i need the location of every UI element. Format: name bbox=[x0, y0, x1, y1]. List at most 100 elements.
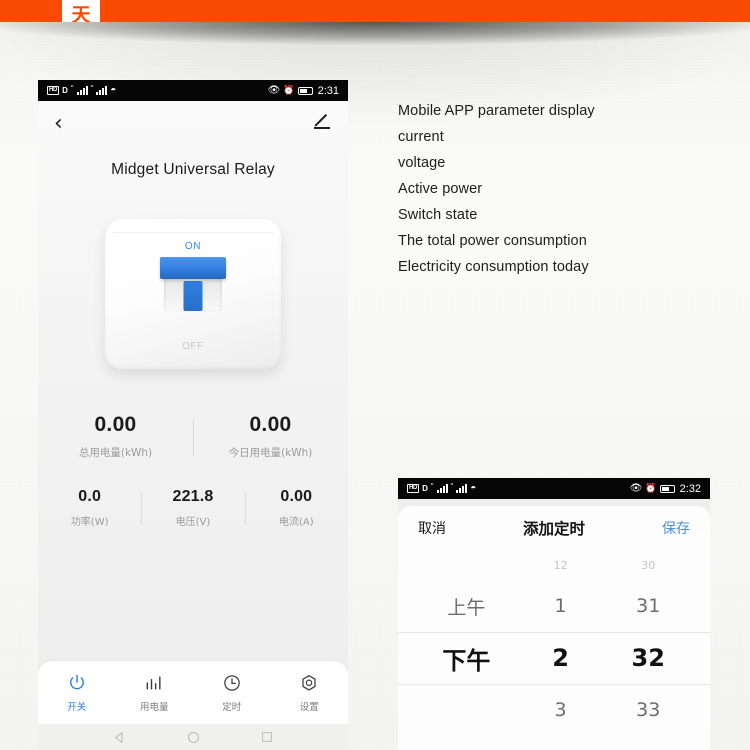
switch-off-label: OFF bbox=[182, 341, 204, 352]
phone-screenshot-add-timer: HD D “ “ ◓ 👁 ⏰ 2:32 取消 添加定时 保存 上午 下午 12 … bbox=[398, 478, 710, 750]
energy-totals: 0.00 总用电量(kWh) 0.00 今日用电量(kWh) bbox=[38, 413, 348, 460]
promo-page: 天 HD D “ “ ◓ 👁 ⏰ 2:31 ‹ Midget Universal… bbox=[0, 0, 750, 750]
alarm-icon: ⏰ bbox=[645, 483, 657, 493]
picker-option[interactable] bbox=[416, 684, 517, 736]
android-navigation-bar bbox=[38, 724, 348, 750]
list-item: Electricity consumption today bbox=[398, 259, 589, 275]
wifi-icon: ◓ bbox=[470, 482, 477, 494]
picker-column-ampm[interactable]: 上午 下午 bbox=[416, 550, 517, 750]
picker-column-minute[interactable]: 30 31 32 33 bbox=[604, 550, 692, 750]
modal-title: 添加定时 bbox=[522, 520, 585, 538]
hd-icon: HD bbox=[407, 484, 420, 493]
back-triangle-icon[interactable] bbox=[112, 730, 127, 745]
tab-label: 用电量 bbox=[139, 701, 169, 713]
signal-bars-sim1-icon bbox=[436, 484, 448, 493]
time-picker[interactable]: 上午 下午 12 1 2 3 30 31 32 33 bbox=[398, 550, 710, 750]
page-title: Midget Universal Relay bbox=[111, 161, 275, 178]
picker-option[interactable]: 1 bbox=[517, 580, 605, 632]
wifi-icon: ◓ bbox=[110, 84, 117, 96]
picker-option-selected[interactable]: 下午 bbox=[416, 632, 517, 684]
modal-navbar: 取消 添加定时 保存 bbox=[398, 506, 710, 550]
picker-option-selected[interactable]: 32 bbox=[604, 632, 692, 684]
brand-logo-glyph: 天 bbox=[71, 4, 91, 23]
sim-one-quote-icon: “ bbox=[70, 83, 74, 93]
picker-option[interactable]: 31 bbox=[604, 580, 692, 632]
stat-label: 电流(A) bbox=[278, 517, 314, 528]
list-item: Active power bbox=[398, 181, 483, 197]
data-icon: D bbox=[62, 86, 68, 95]
battery-icon bbox=[297, 86, 313, 95]
sim-one-quote-icon: “ bbox=[430, 481, 434, 491]
status-bar-left: HD D “ “ ◓ bbox=[47, 83, 117, 96]
stat-value: 0.0 bbox=[78, 488, 102, 505]
hex-gear-icon bbox=[302, 674, 316, 691]
stat-power: 0.0 功率(W) bbox=[38, 488, 141, 528]
clock-icon bbox=[223, 674, 240, 691]
device-detail-screen: ‹ Midget Universal Relay ON OFF 0.00 总用电… bbox=[38, 101, 348, 750]
picker-option-selected[interactable]: 2 bbox=[517, 632, 605, 684]
picker-option[interactable]: 3 bbox=[517, 684, 605, 736]
stat-today-energy: 0.00 今日用电量(kWh) bbox=[193, 413, 348, 460]
hd-icon: HD bbox=[47, 86, 60, 95]
picker-option[interactable]: 上午 bbox=[416, 580, 517, 632]
status-bar: HD D “ “ ◓ 👁 ⏰ 2:32 bbox=[398, 478, 710, 499]
stat-value: 0.00 bbox=[280, 488, 313, 505]
status-bar-clock: 2:32 bbox=[679, 482, 701, 495]
top-banner: 天 bbox=[0, 0, 750, 22]
status-bar-left: HD D “ “ ◓ bbox=[407, 481, 477, 494]
power-icon bbox=[69, 674, 84, 689]
list-item: The total power consumption bbox=[398, 233, 587, 249]
list-item: current bbox=[398, 129, 444, 145]
stat-value: 221.8 bbox=[172, 488, 214, 505]
signal-bars-sim1-icon bbox=[76, 86, 88, 95]
status-bar-clock: 2:31 bbox=[317, 84, 339, 97]
tab-switch[interactable]: 开关 bbox=[38, 673, 116, 713]
tab-label: 开关 bbox=[67, 701, 87, 713]
app-navbar: ‹ bbox=[38, 101, 348, 147]
list-item: Mobile APP parameter display bbox=[398, 103, 595, 119]
recents-square-icon[interactable] bbox=[260, 730, 274, 744]
sim-two-quote-icon: “ bbox=[450, 481, 454, 491]
battery-icon bbox=[659, 484, 675, 493]
home-circle-icon[interactable] bbox=[186, 730, 201, 745]
stat-value: 0.00 bbox=[94, 413, 137, 436]
stat-label: 总用电量(kWh) bbox=[78, 447, 153, 459]
rocker-toggle[interactable] bbox=[160, 257, 226, 279]
tab-settings[interactable]: 设置 bbox=[271, 673, 349, 713]
sim-two-quote-icon: “ bbox=[90, 83, 94, 93]
device-illustration[interactable]: ON OFF bbox=[105, 219, 281, 369]
signal-bars-sim2-icon bbox=[96, 86, 108, 95]
stat-label: 功率(W) bbox=[70, 517, 109, 528]
switch-on-label: ON bbox=[184, 241, 202, 252]
eye-care-icon: 👁 bbox=[267, 84, 281, 96]
live-readings: 0.0 功率(W) 221.8 电压(V) 0.00 电流(A) bbox=[38, 488, 348, 528]
feature-list: Mobile APP parameter display current vol… bbox=[398, 98, 728, 280]
brand-logo: 天 bbox=[62, 0, 100, 22]
picker-option[interactable]: 33 bbox=[604, 684, 692, 736]
picker-option[interactable]: 12 bbox=[517, 550, 605, 580]
tab-energy[interactable]: 用电量 bbox=[116, 673, 194, 713]
cancel-button[interactable]: 取消 bbox=[418, 518, 446, 538]
tab-label: 定时 bbox=[222, 701, 242, 713]
tab-timer[interactable]: 定时 bbox=[193, 673, 271, 713]
picker-column-hour[interactable]: 12 1 2 3 bbox=[517, 550, 605, 750]
status-bar: HD D “ “ ◓ 👁 ⏰ 2:31 bbox=[38, 80, 348, 101]
status-bar-right: 👁 ⏰ 2:31 bbox=[268, 85, 339, 97]
phone-screenshot-device-detail: HD D “ “ ◓ 👁 ⏰ 2:31 ‹ Midget Universal R… bbox=[38, 80, 348, 750]
picker-option[interactable] bbox=[416, 550, 517, 580]
device-seam bbox=[113, 232, 273, 233]
pencil-icon[interactable] bbox=[312, 114, 332, 134]
signal-bars-sim2-icon bbox=[456, 484, 468, 493]
rocker-stem bbox=[183, 281, 203, 311]
picker-option[interactable]: 30 bbox=[604, 550, 692, 580]
status-bar-right: 👁 ⏰ 2:32 bbox=[630, 483, 701, 495]
list-item: Switch state bbox=[398, 207, 478, 223]
save-button[interactable]: 保存 bbox=[662, 518, 690, 538]
alarm-icon: ⏰ bbox=[283, 85, 295, 95]
stat-voltage: 221.8 电压(V) bbox=[141, 488, 244, 528]
stat-current: 0.00 电流(A) bbox=[244, 488, 348, 528]
add-timer-screen: 取消 添加定时 保存 上午 下午 12 1 2 3 30 31 32 33 bbox=[398, 499, 710, 750]
stat-label: 电压(V) bbox=[175, 517, 211, 528]
chevron-left-icon[interactable]: ‹ bbox=[54, 113, 63, 135]
add-timer-card: 取消 添加定时 保存 上午 下午 12 1 2 3 30 31 32 33 bbox=[398, 506, 710, 750]
